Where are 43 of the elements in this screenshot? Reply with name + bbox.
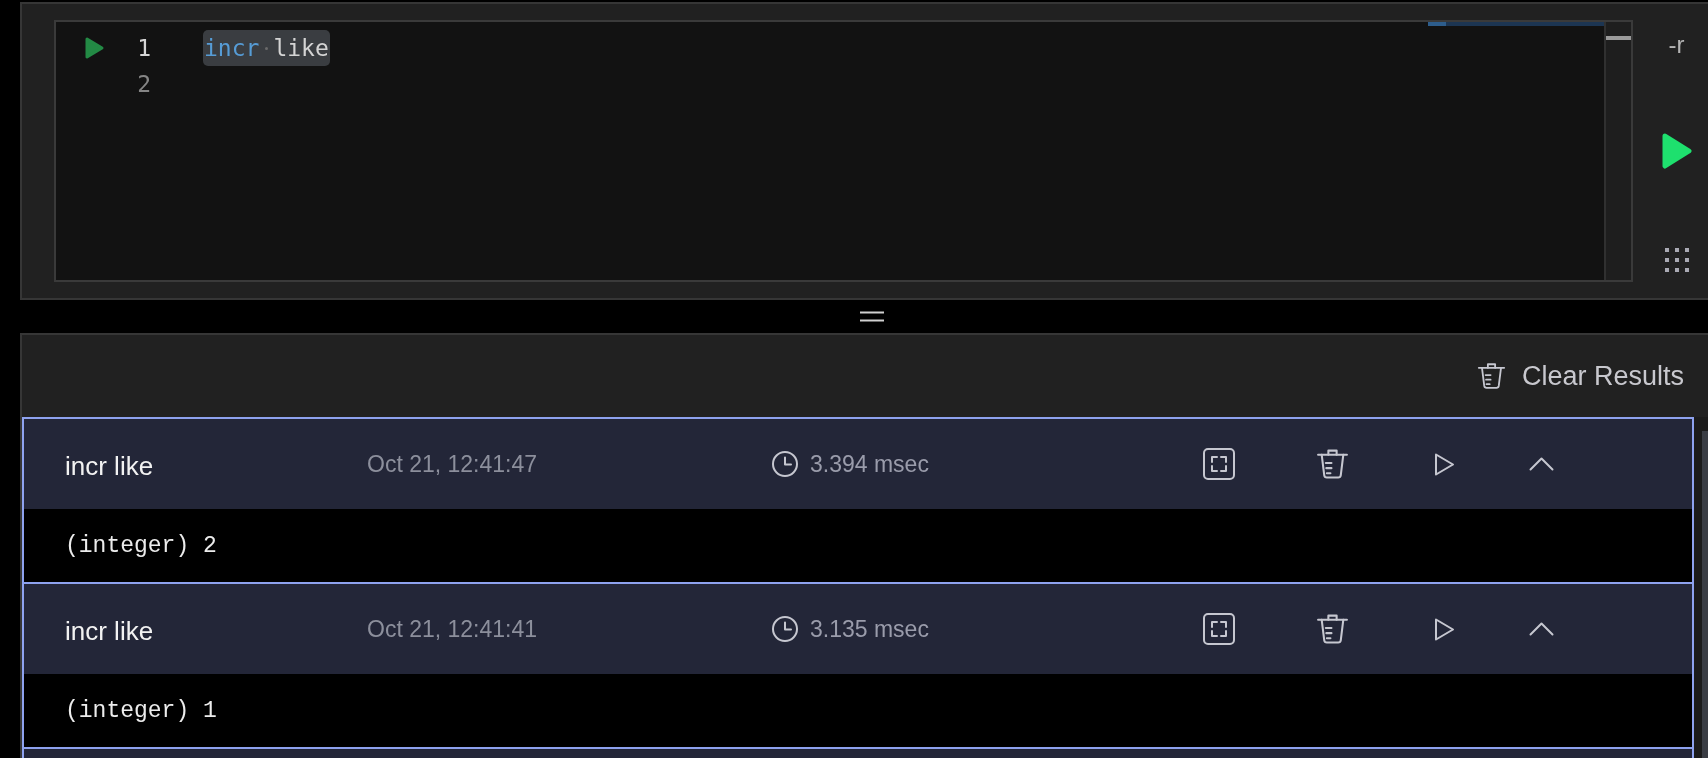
minimap-thumb[interactable] [1428, 22, 1446, 26]
duration-text: 3.394 msec [810, 450, 929, 478]
run-line-icon[interactable] [84, 36, 105, 60]
rerun-button[interactable] [1434, 451, 1455, 477]
line-number: 1 [137, 34, 151, 63]
play-icon [1434, 616, 1455, 642]
expand-button[interactable] [1203, 613, 1235, 645]
output-text: (integer) 2 [65, 531, 217, 560]
resize-handle-icon[interactable] [859, 311, 885, 322]
play-icon [1434, 451, 1455, 477]
delete-result-button[interactable] [1316, 447, 1349, 481]
scrollbar-thumb[interactable] [1702, 431, 1708, 758]
play-icon [1661, 133, 1692, 169]
trash-icon [1316, 612, 1349, 646]
timestamp: Oct 21, 12:41:47 [367, 450, 538, 478]
rerun-button[interactable] [1434, 616, 1455, 642]
code-text: like [273, 34, 329, 63]
delete-result-button[interactable] [1316, 612, 1349, 646]
expand-button[interactable] [1203, 448, 1235, 480]
expand-icon [1203, 613, 1235, 645]
output-text: (integer) 1 [65, 696, 217, 725]
trash-icon [1316, 447, 1349, 481]
code-editor[interactable]: 1 incr like 2 [54, 20, 1633, 282]
chevron-up-icon [1529, 457, 1554, 471]
drag-handle[interactable] [1664, 248, 1689, 272]
clock-icon [772, 451, 798, 477]
raw-mode-toggle[interactable]: -r [1668, 33, 1685, 57]
command-text: incr like [65, 450, 154, 482]
clock-icon [772, 616, 798, 642]
duration-text: 3.135 msec [810, 615, 929, 643]
dots-grid-icon [1664, 248, 1689, 272]
run-button[interactable] [1661, 133, 1692, 169]
collapse-toggle[interactable] [1529, 622, 1554, 636]
code-keyword: incr [204, 34, 260, 63]
line-number: 2 [137, 70, 151, 99]
expand-icon [1203, 448, 1235, 480]
chevron-up-icon [1529, 622, 1554, 636]
collapse-toggle[interactable] [1529, 457, 1554, 471]
trash-icon [1476, 361, 1506, 391]
timestamp: Oct 21, 12:41:41 [367, 615, 538, 643]
command-text: incr like [65, 615, 154, 647]
clear-results-button[interactable]: Clear Results [1476, 360, 1684, 392]
cursor-marker [1606, 36, 1631, 40]
